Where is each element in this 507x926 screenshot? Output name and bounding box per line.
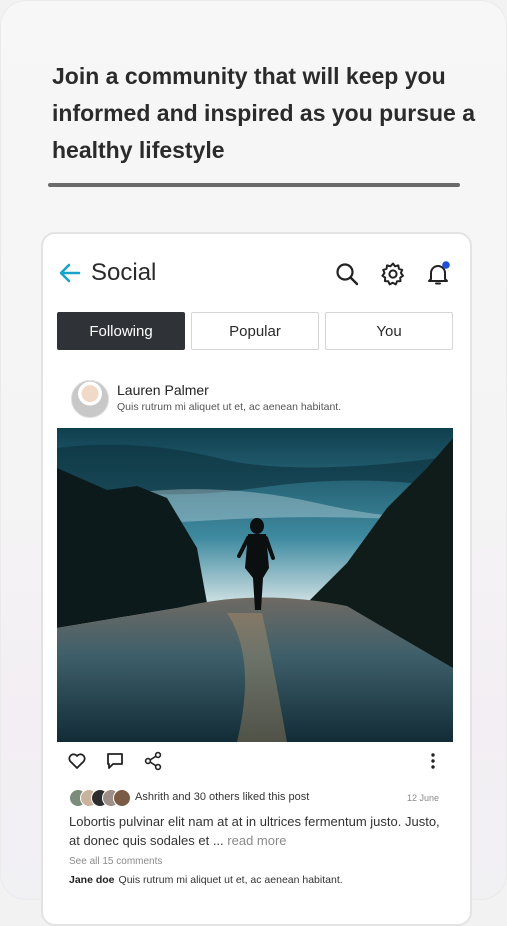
share-icon[interactable] [143,751,163,771]
post-caption: Lobortis pulvinar elit nam at at in ultr… [69,812,441,850]
app-title: Social [91,259,157,286]
comment-author[interactable]: Jane doe [69,874,115,886]
post-author-row: Lauren Palmer Quis rutrum mi aliquet ut … [57,368,453,428]
avatar[interactable] [71,380,109,418]
post-photo[interactable] [57,428,453,742]
likes-text[interactable]: Ashrith and 30 others liked this post [135,791,309,803]
comment: Jane doe Quis rutrum mi aliquet ut et, ac… [69,874,343,886]
tab-popular[interactable]: Popular [191,312,319,350]
read-more-link[interactable]: read more [227,833,286,848]
back-arrow-icon[interactable] [57,261,83,285]
post-card: Lauren Palmer Quis rutrum mi aliquet ut … [57,368,453,886]
gear-icon[interactable] [380,261,406,287]
author-name[interactable]: Lauren Palmer [117,382,209,398]
tab-you[interactable]: You [325,312,453,350]
search-icon[interactable] [334,261,360,287]
more-options-icon[interactable] [423,751,443,771]
post-actions [57,742,453,780]
avatar [113,789,131,807]
comment-text: Quis rutrum mi aliquet ut et, ac aenean … [118,874,343,886]
app-header: Social [43,234,470,314]
liker-avatars[interactable] [69,789,131,807]
comment-icon[interactable] [105,751,125,771]
phone-frame: Social Following Popular You Lauren Palm… [41,232,472,926]
tab-following[interactable]: Following [57,312,185,350]
tab-bar: Following Popular You [57,312,453,350]
headline: Join a community that will keep you info… [52,63,476,163]
likes-row: Ashrith and 30 others liked this post 12… [57,780,453,810]
bell-icon[interactable] [425,261,451,287]
headline-divider [48,183,460,187]
post-date: 12 June [406,793,439,803]
author-subtitle: Quis rutrum mi aliquet ut et, ac aenean … [117,401,342,413]
see-all-comments-link[interactable]: See all 15 comments [69,856,162,867]
heart-icon[interactable] [67,751,87,771]
